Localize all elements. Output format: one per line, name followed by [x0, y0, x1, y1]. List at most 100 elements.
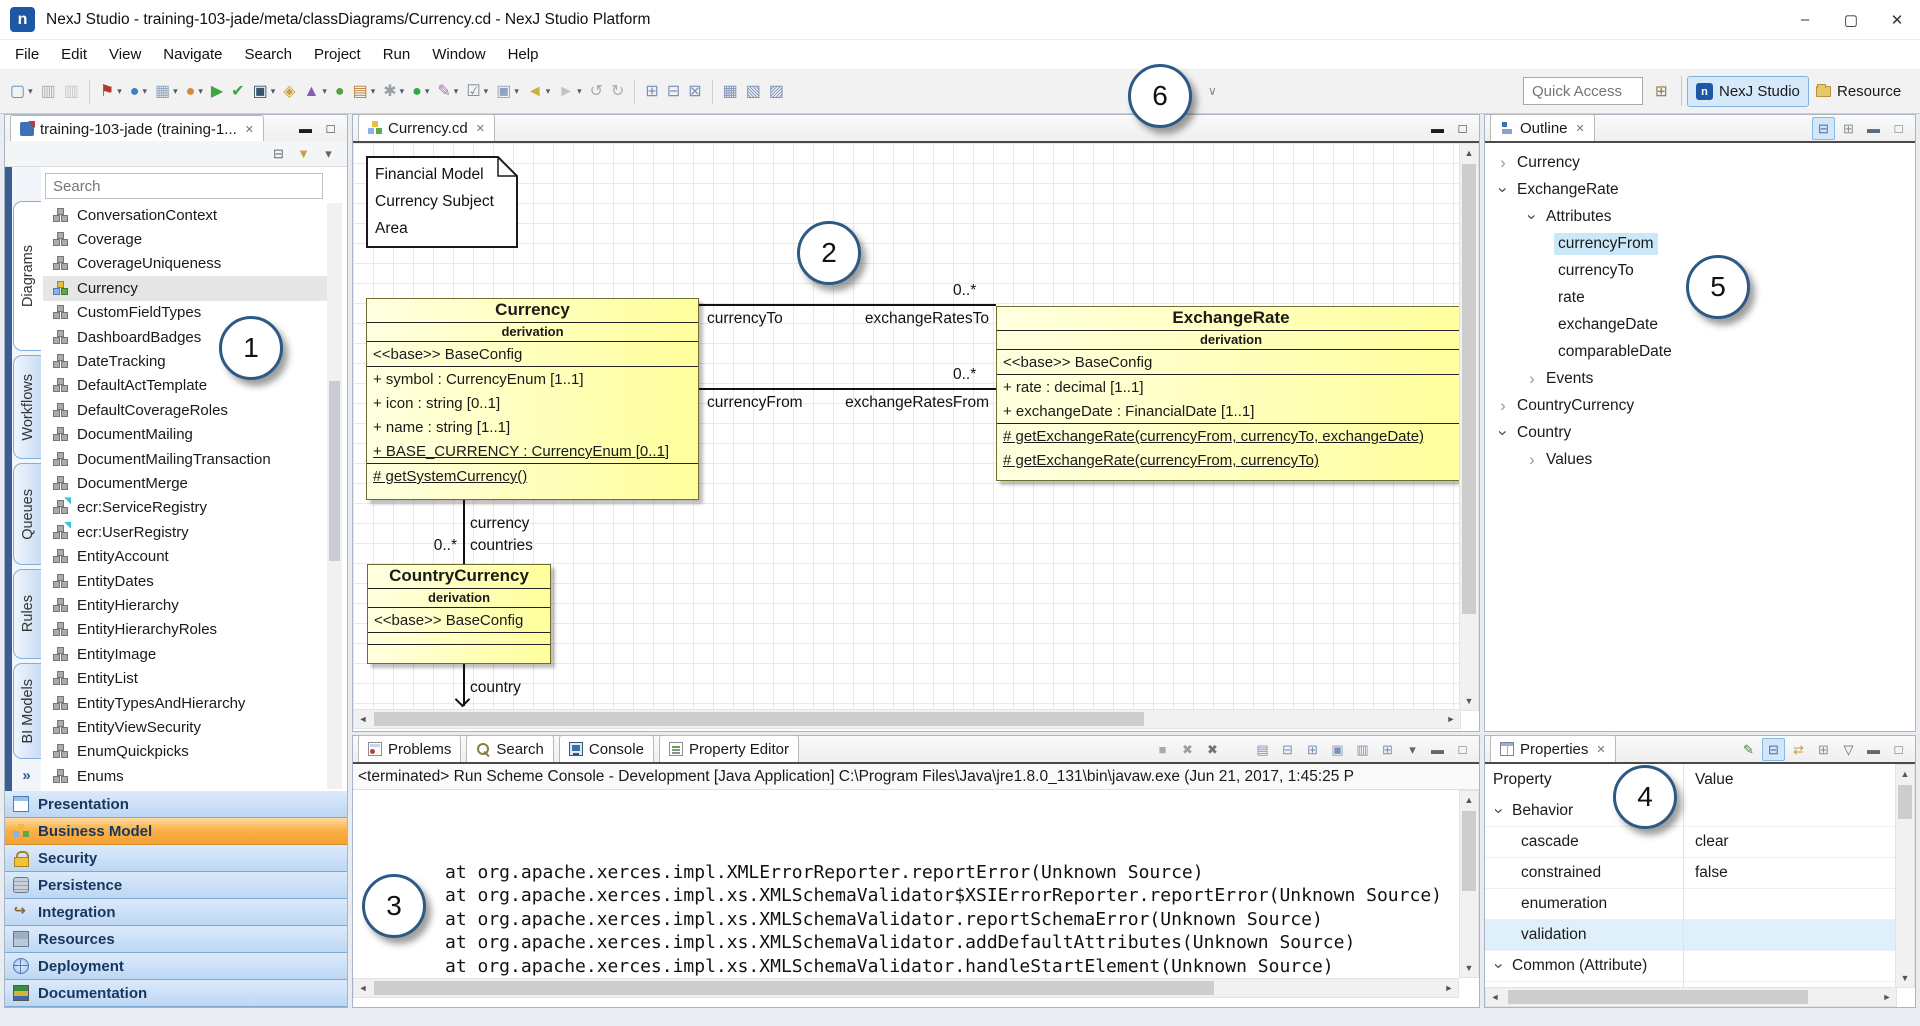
tree-node[interactable]: comparableDate — [1485, 338, 1915, 365]
layer-section[interactable]: Presentation — [5, 791, 347, 818]
user-icon[interactable]: ● — [183, 78, 206, 106]
properties-horizontal-scrollbar[interactable]: ◄► — [1485, 987, 1897, 1007]
minimize-window-button[interactable]: – — [1782, 0, 1828, 39]
list-item[interactable]: ConversationContext — [43, 203, 327, 227]
database-icon[interactable]: ▦ — [152, 78, 181, 106]
console-horizontal-scrollbar[interactable]: ◄► — [353, 978, 1459, 998]
list-item[interactable]: DocumentMerge — [43, 471, 327, 495]
separator[interactable] — [634, 80, 635, 104]
list-item[interactable]: ecr:UserRegistry — [43, 520, 327, 544]
perspective-nexj-studio[interactable]: n NexJ Studio — [1687, 76, 1809, 107]
class-member[interactable]: + rate : decimal [1..1] — [997, 374, 1461, 399]
tree-node[interactable]: Attributes — [1485, 203, 1915, 230]
tree-node[interactable]: Currency — [1485, 149, 1915, 176]
tools-icon[interactable]: ✱ — [380, 78, 407, 106]
perspective-resource[interactable]: Resource — [1808, 76, 1909, 107]
maximize-view-icon[interactable]: □ — [1451, 117, 1474, 140]
explorer-search-input[interactable] — [45, 173, 323, 199]
align-vertical-icon[interactable]: ⊟ — [664, 78, 683, 106]
library-icon[interactable]: ▤ — [350, 78, 379, 106]
list-item[interactable]: EntityHierarchyRoles — [43, 618, 327, 642]
properties-vertical-scrollbar[interactable]: ▲▼ — [1895, 764, 1915, 988]
list-item[interactable]: EntityImage — [43, 642, 327, 666]
close-icon[interactable]: ✕ — [476, 122, 485, 135]
menu-item[interactable]: Navigate — [152, 42, 233, 67]
separator[interactable] — [89, 80, 90, 104]
console-icon[interactable]: ▣ — [250, 78, 279, 106]
list-item[interactable]: DocumentMailingTransaction — [43, 447, 327, 471]
scroll-lock-icon[interactable]: ⊟ — [1276, 738, 1299, 761]
remove-launch-icon[interactable]: ✖ — [1176, 738, 1199, 761]
list-item[interactable]: EntityDates — [43, 569, 327, 593]
expand-chevron-icon[interactable] — [1522, 450, 1542, 470]
collapse-all-icon[interactable]: ⊟ — [267, 142, 290, 165]
sync-icon[interactable]: ⇄ — [1787, 738, 1810, 761]
class-member[interactable]: + icon : string [0..1] — [367, 391, 698, 415]
maximize-icon[interactable]: □ — [1451, 738, 1474, 761]
expand-chevron-icon[interactable] — [1522, 369, 1542, 389]
class-member[interactable]: + symbol : CurrencyEnum [1..1] — [367, 366, 698, 391]
layer-section[interactable]: Persistence — [5, 872, 347, 899]
association-line-from[interactable] — [699, 388, 996, 390]
tree-node[interactable]: Events — [1485, 365, 1915, 392]
undo-icon[interactable]: ↺ — [587, 78, 606, 106]
editor-horizontal-scrollbar[interactable]: ◄► — [353, 709, 1461, 729]
property-value[interactable]: false — [1683, 864, 1728, 882]
view-tab[interactable]: Search — [466, 735, 554, 762]
save-all-icon[interactable]: ▥ — [61, 78, 82, 106]
separator[interactable] — [1226, 738, 1249, 761]
close-icon[interactable]: ✕ — [1576, 122, 1585, 135]
minimize-icon[interactable]: ▬ — [1862, 738, 1885, 761]
list-item[interactable]: EntityViewSecurity — [43, 715, 327, 739]
record-icon[interactable]: ● — [409, 78, 432, 106]
list-item[interactable]: EntityHierarchy — [43, 593, 327, 617]
expand-chevron-icon[interactable] — [1493, 180, 1513, 200]
expand-chevron-icon[interactable] — [1493, 396, 1513, 416]
tree-node[interactable]: exchangeDate — [1485, 311, 1915, 338]
expand-chevron-icon[interactable] — [1522, 207, 1542, 227]
property-row[interactable]: cascade clear — [1485, 827, 1895, 858]
list-item[interactable]: Coverage — [43, 227, 327, 251]
minimize-view-icon[interactable]: ▬ — [1426, 117, 1449, 140]
class-member[interactable]: + BASE_CURRENCY : CurrencyEnum [0..1] — [367, 439, 698, 463]
view-menu-icon[interactable]: ▽ — [1837, 738, 1860, 761]
close-icon[interactable]: ✕ — [1596, 743, 1605, 756]
test-icon[interactable]: ● — [332, 78, 348, 106]
shield-icon[interactable]: ◈ — [280, 78, 298, 106]
minimize-icon[interactable]: ▬ — [1862, 117, 1885, 140]
layer-section[interactable]: Resources — [5, 926, 347, 953]
tree-mode-icon[interactable]: ⊟ — [1762, 738, 1785, 761]
list-item[interactable]: CustomFieldTypes — [43, 301, 327, 325]
class-member[interactable]: # getExchangeRate(currencyFrom, currency… — [997, 423, 1461, 448]
checklist-icon[interactable]: ☑ — [463, 78, 491, 106]
list-item[interactable]: ecr:ServiceRegistry — [43, 496, 327, 520]
clear-console-icon[interactable]: ▤ — [1251, 738, 1274, 761]
close-icon[interactable]: ✕ — [245, 123, 254, 136]
list-item[interactable]: EntityList — [43, 666, 327, 690]
list-item[interactable]: EntityAccount — [43, 544, 327, 568]
view-tab[interactable]: Console — [559, 735, 654, 762]
class-member[interactable]: <<base>> BaseConfig — [997, 350, 1461, 374]
class-member[interactable]: <<base>> BaseConfig — [367, 342, 698, 366]
list-item[interactable]: EntityTypesAndHierarchy — [43, 691, 327, 715]
align-horizontal-icon[interactable]: ⊞ — [642, 78, 661, 106]
list-item[interactable]: DocumentMailing — [43, 423, 327, 447]
class-member[interactable]: + exchangeDate : FinancialDate [1..1] — [997, 399, 1461, 423]
table-view-icon[interactable]: ⊞ — [1837, 117, 1860, 140]
property-row[interactable]: validation — [1485, 920, 1895, 951]
layer-section[interactable]: Integration — [5, 899, 347, 926]
tree-node[interactable]: Country — [1485, 419, 1915, 446]
layer-section[interactable]: Documentation — [5, 980, 347, 1007]
list-item[interactable]: DashboardBadges — [43, 325, 327, 349]
validate-icon[interactable]: ✔ — [228, 78, 247, 106]
class-member[interactable]: # getSystemCurrency() — [367, 463, 698, 488]
category-tab[interactable]: Queues — [13, 463, 41, 565]
layout-tree-icon[interactable]: ▧ — [743, 78, 764, 106]
maximize-icon[interactable]: □ — [1887, 738, 1910, 761]
expand-chevron-icon[interactable] — [1493, 153, 1513, 173]
menu-item[interactable]: Search — [233, 42, 303, 67]
edit-icon[interactable]: ✎ — [434, 78, 461, 106]
filter-icon[interactable]: ▼ — [292, 142, 315, 165]
tree-view-icon[interactable]: ⊟ — [1812, 117, 1835, 140]
more-tabs-chevron-icon[interactable]: » — [12, 767, 41, 784]
